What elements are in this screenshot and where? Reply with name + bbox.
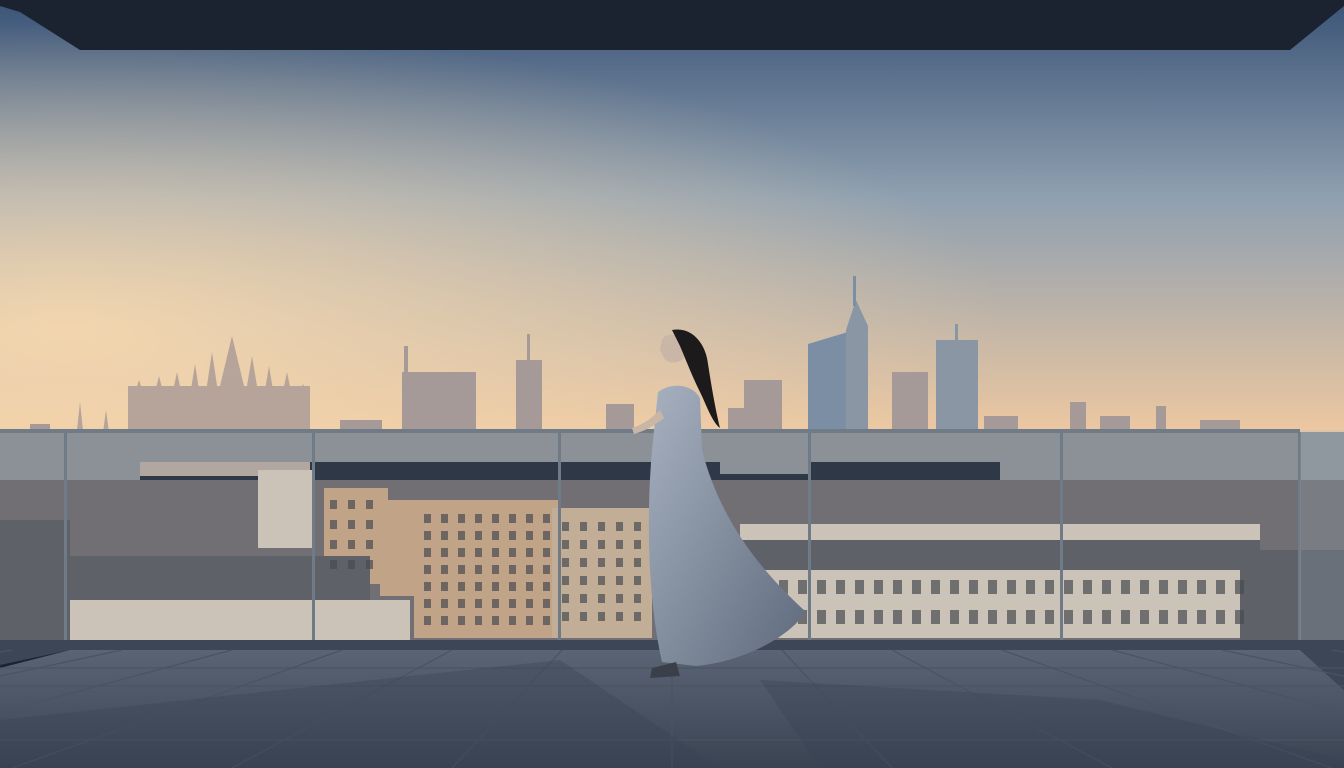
rooftop-terrace-scene	[0, 0, 1344, 768]
ceiling-overhang	[0, 0, 1344, 50]
scene-illustration	[0, 0, 1344, 768]
sun-glow	[0, 0, 1344, 440]
